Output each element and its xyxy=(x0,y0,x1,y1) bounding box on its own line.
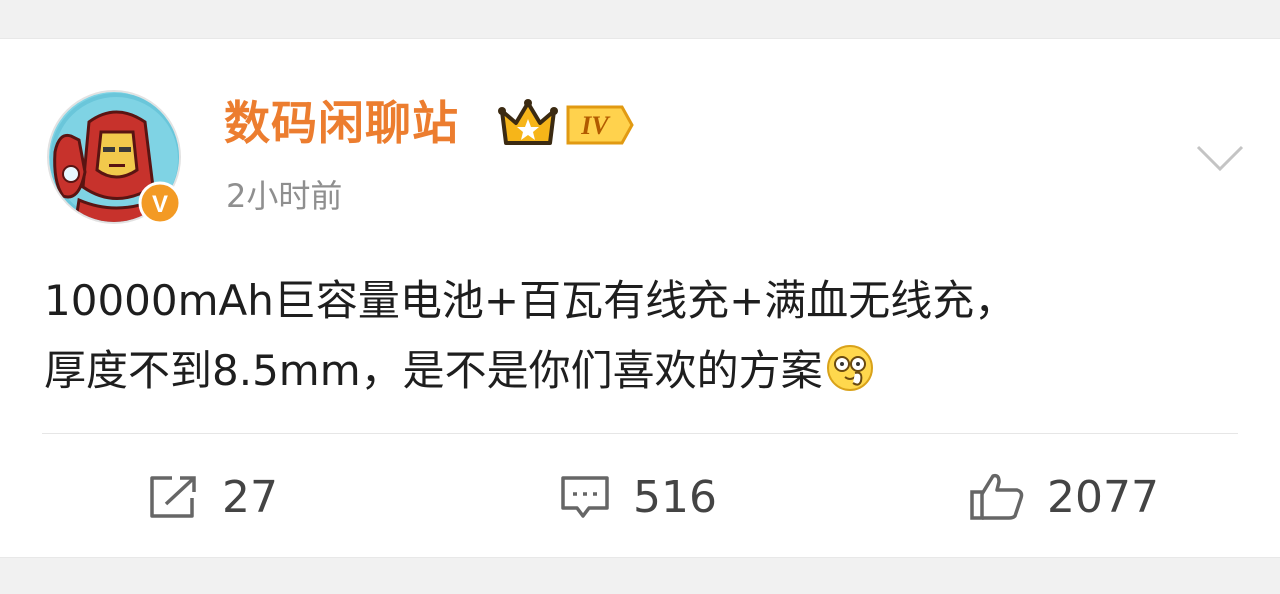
doge-emoji-icon xyxy=(825,343,875,393)
like-button[interactable]: 2077 xyxy=(969,467,1159,527)
verified-badge-label: V xyxy=(152,191,168,218)
level-badge[interactable]: IV xyxy=(498,97,634,149)
thumbs-up-icon xyxy=(970,473,1024,520)
comment-count: 516 xyxy=(633,471,717,523)
like-count: 2077 xyxy=(1047,471,1159,523)
post-content: 10000mAh巨容量电池+百瓦有线充+满血无线充， 厚度不到8.5mm，是不是… xyxy=(44,266,1244,406)
level-label: IV xyxy=(580,111,611,140)
verified-badge-icon: V xyxy=(138,181,182,225)
repost-button[interactable]: 27 xyxy=(148,467,278,527)
chevron-down-icon xyxy=(1196,145,1244,172)
post-card: V 数码闲聊站 IV 2小时前 10000mAh巨容量电池+百瓦有线充+满血无线… xyxy=(0,38,1280,558)
post-content-line-2: 厚度不到8.5mm，是不是你们喜欢的方案 xyxy=(44,336,1244,406)
more-options-button[interactable] xyxy=(1196,143,1244,173)
post-timestamp: 2小时前 xyxy=(226,177,343,215)
post-content-line-1: 10000mAh巨容量电池+百瓦有线充+满血无线充， xyxy=(44,276,1017,325)
comment-button[interactable]: 516 xyxy=(559,467,717,527)
repost-count: 27 xyxy=(222,471,278,523)
crown-icon: IV xyxy=(498,99,634,145)
comment-icon xyxy=(561,476,609,518)
username[interactable]: 数码闲聊站 xyxy=(224,93,459,153)
divider xyxy=(42,433,1238,434)
avatar[interactable]: V xyxy=(47,90,182,225)
post-content-line-2-text: 厚度不到8.5mm，是不是你们喜欢的方案 xyxy=(44,346,823,395)
share-icon xyxy=(150,476,196,518)
